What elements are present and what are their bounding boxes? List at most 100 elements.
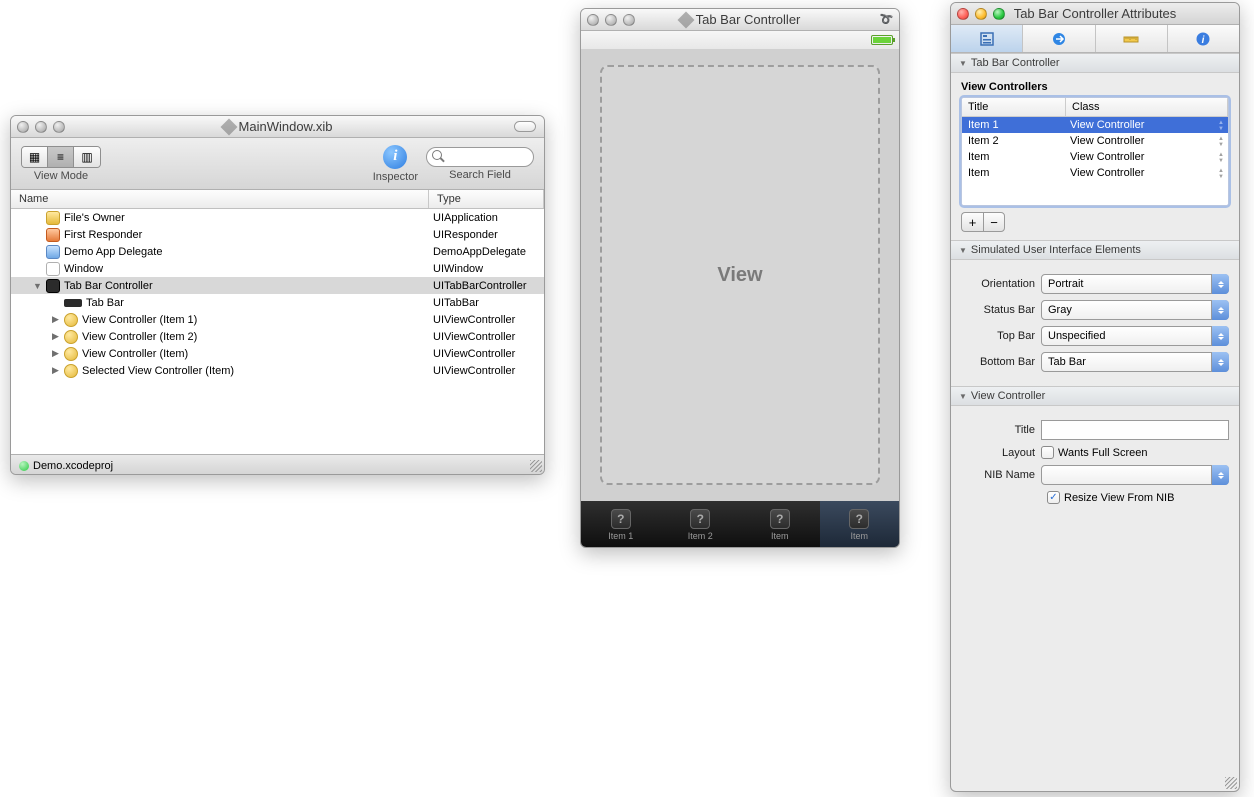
project-name[interactable]: Demo.xcodeproj [33, 460, 113, 472]
outline-row[interactable]: Tab BarUITabBar [11, 294, 544, 311]
view-mode-columns[interactable]: ▥ [74, 147, 100, 167]
column-type-header[interactable]: Type [429, 190, 544, 208]
identity-tab[interactable]: i [1168, 25, 1239, 52]
zoom-icon[interactable] [993, 8, 1005, 20]
inspector-tabs[interactable]: i [951, 25, 1239, 53]
vc-row-class: View Controller▲▼ [1066, 135, 1228, 147]
view-mode-segmented[interactable]: ▦ ≡ ▥ [21, 146, 101, 168]
close-icon[interactable] [17, 121, 29, 133]
outline-rows[interactable]: File's OwnerUIApplicationFirst Responder… [11, 209, 544, 454]
row-name: View Controller (Item 2) [82, 331, 197, 343]
disclosure-triangle-icon[interactable]: ▶ [51, 314, 60, 325]
inspector-button[interactable]: i [383, 145, 407, 169]
disclosure-triangle-icon[interactable]: ▼ [33, 281, 42, 291]
object-icon [46, 228, 60, 242]
info-icon: i [1195, 31, 1211, 47]
outline-row[interactable]: File's OwnerUIApplication [11, 209, 544, 226]
vc-table-row[interactable]: ItemView Controller▲▼ [962, 149, 1228, 165]
size-tab[interactable] [1096, 25, 1168, 52]
class-stepper[interactable]: ▲▼ [1216, 120, 1226, 132]
vc-title-input[interactable] [1041, 420, 1229, 440]
outline-row[interactable]: First ResponderUIResponder [11, 226, 544, 243]
object-icon [46, 262, 60, 276]
class-stepper[interactable]: ▲▼ [1216, 168, 1226, 180]
outline-row[interactable]: ▶Selected View Controller (Item)UIViewCo… [11, 362, 544, 379]
page-curl-icon[interactable]: ➰ [878, 12, 894, 27]
disclosure-triangle-icon[interactable]: ▶ [51, 348, 60, 359]
close-icon[interactable] [957, 8, 969, 20]
xib-file-icon [220, 118, 237, 135]
tab-bar[interactable]: ?Item 1?Item 2?Item?Item [581, 501, 899, 548]
zoom-icon[interactable] [623, 14, 635, 26]
resize-view-checkbox[interactable]: ✓ [1047, 491, 1060, 504]
svg-text:i: i [1202, 35, 1205, 46]
resize-grip-icon[interactable] [530, 460, 542, 472]
object-icon [64, 330, 78, 344]
status-bar-select[interactable]: Gray [1041, 300, 1229, 320]
outline-row[interactable]: WindowUIWindow [11, 260, 544, 277]
bottom-bar-label: Bottom Bar [961, 356, 1035, 368]
view-placeholder[interactable]: View [600, 65, 880, 485]
tab-bar-item[interactable]: ?Item [740, 501, 820, 548]
top-bar-select[interactable]: Unspecified [1041, 326, 1229, 346]
vc-row-title: Item [962, 151, 1066, 163]
ruler-icon [1123, 31, 1139, 47]
toolbar-pill-button[interactable] [514, 121, 536, 132]
vc-table-row[interactable]: Item 1View Controller▲▼ [962, 117, 1228, 133]
main-titlebar[interactable]: MainWindow.xib [11, 116, 544, 138]
section-tab-bar-controller[interactable]: ▼ Tab Bar Controller [951, 53, 1239, 73]
main-window: MainWindow.xib ▦ ≡ ▥ View Mode i Inspect… [10, 115, 545, 475]
orientation-select[interactable]: Portrait [1041, 274, 1229, 294]
object-icon [46, 279, 60, 293]
top-bar-label: Top Bar [961, 330, 1035, 342]
vc-column-class[interactable]: Class [1066, 98, 1228, 116]
view-mode-icons[interactable]: ▦ [22, 147, 48, 167]
search-field[interactable] [426, 147, 534, 167]
attributes-tab[interactable] [951, 25, 1023, 52]
object-icon [64, 364, 78, 378]
outline-row[interactable]: ▶View Controller (Item 1)UIViewControlle… [11, 311, 544, 328]
section-simulated-ui[interactable]: ▼ Simulated User Interface Elements [951, 240, 1239, 260]
remove-button[interactable]: − [983, 212, 1005, 232]
zoom-icon[interactable] [53, 121, 65, 133]
sim-titlebar[interactable]: Tab Bar Controller ➰ [581, 9, 899, 31]
row-type: UITabBar [429, 297, 544, 309]
view-controllers-label: View Controllers [961, 81, 1229, 93]
disclosure-triangle-icon[interactable]: ▶ [51, 365, 60, 376]
tab-bar-item[interactable]: ?Item 2 [661, 501, 741, 548]
row-type: UIViewController [429, 331, 544, 343]
minimize-icon[interactable] [975, 8, 987, 20]
minimize-icon[interactable] [35, 121, 47, 133]
search-input[interactable] [426, 147, 534, 167]
vc-table-row[interactable]: Item 2View Controller▲▼ [962, 133, 1228, 149]
close-icon[interactable] [587, 14, 599, 26]
vc-table-row[interactable]: ItemView Controller▲▼ [962, 165, 1228, 181]
column-name-header[interactable]: Name [11, 190, 429, 208]
wants-full-screen-checkbox[interactable] [1041, 446, 1054, 459]
class-stepper[interactable]: ▲▼ [1216, 152, 1226, 164]
inspector-titlebar[interactable]: Tab Bar Controller Attributes [951, 3, 1239, 25]
tab-bar-item[interactable]: ?Item 1 [581, 501, 661, 548]
vc-column-title[interactable]: Title [962, 98, 1066, 116]
disclosure-triangle-icon[interactable]: ▶ [51, 331, 60, 342]
connections-tab[interactable] [1023, 25, 1095, 52]
tab-bar-item[interactable]: ?Item [820, 501, 900, 548]
outline-row[interactable]: ▼Tab Bar ControllerUITabBarController [11, 277, 544, 294]
vc-title-label: Title [961, 424, 1035, 436]
main-title-text: MainWindow.xib [239, 119, 333, 134]
view-mode-list[interactable]: ≡ [48, 147, 74, 167]
outline-row[interactable]: ▶ View Controller (Item 2) UIViewControlle… [11, 328, 544, 345]
vc-row-class: View Controller▲▼ [1066, 151, 1228, 163]
section-view-controller[interactable]: ▼ View Controller [951, 386, 1239, 406]
minimize-icon[interactable] [605, 14, 617, 26]
class-stepper[interactable]: ▲▼ [1216, 136, 1226, 148]
add-button[interactable]: + [961, 212, 983, 232]
outline-row[interactable]: ▶View Controller (Item)UIViewController [11, 345, 544, 362]
tab-item-label: Item 2 [688, 531, 713, 541]
outline-row[interactable]: Demo App DelegateDemoAppDelegate [11, 243, 544, 260]
nib-name-combo[interactable] [1041, 465, 1229, 485]
bottom-bar-select[interactable]: Tab Bar [1041, 352, 1229, 372]
view-controllers-table[interactable]: Title Class Item 1View Controller▲▼Item … [961, 97, 1229, 206]
resize-grip-icon[interactable] [1225, 777, 1237, 789]
sim-canvas[interactable]: View [581, 49, 899, 501]
